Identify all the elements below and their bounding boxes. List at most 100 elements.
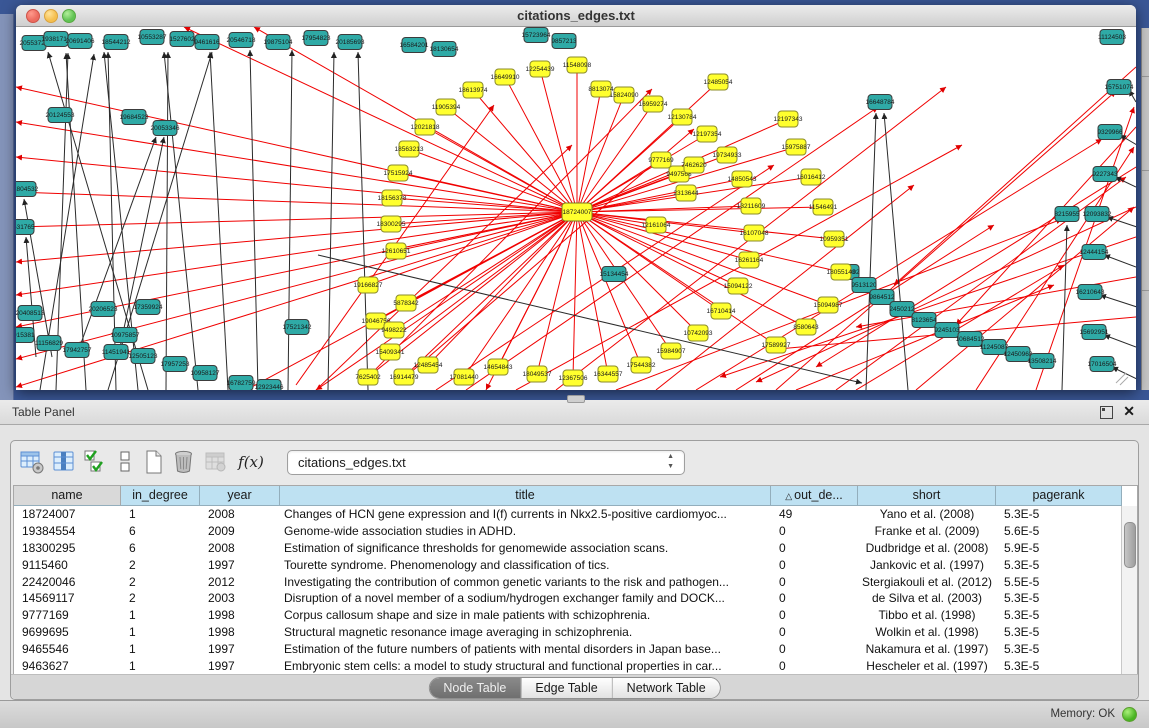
cell-title: Estimation of significance thresholds fo… (280, 540, 771, 557)
table-settings-icon[interactable] (19, 449, 45, 475)
cell-name: 9463627 (14, 658, 121, 675)
cell-year: 2003 (200, 590, 280, 607)
graph-edge (1062, 225, 1067, 390)
table-row[interactable]: 1872400712008Changes of HCN gene express… (14, 506, 1122, 523)
cell-in_degree: 2 (121, 557, 200, 574)
graph-node-label: 15134454 (600, 271, 629, 278)
graph-node-label: 10958127 (191, 370, 220, 377)
tab-network-table[interactable]: Network Table (613, 678, 720, 698)
network-canvas[interactable]: 2055372419381715206914061854421210553287… (16, 27, 1136, 390)
cell-title: Genome-wide association studies in ADHD. (280, 523, 771, 540)
graph-edge (956, 127, 1136, 325)
graph-node-label: 10742093 (684, 330, 713, 337)
graph-node-label: 10959351 (820, 236, 849, 243)
graph-node-label: 19166827 (354, 282, 383, 289)
window-titlebar[interactable]: citations_edges.txt (16, 5, 1136, 27)
graph-node-label: 9227343 (1092, 171, 1118, 178)
tab-edge-table[interactable]: Edge Table (521, 678, 612, 698)
graph-node-label: 11451941 (102, 349, 131, 356)
scrollbar-thumb[interactable] (1124, 522, 1136, 568)
graph-node-label: 12130784 (668, 114, 697, 121)
graph-edge (1104, 255, 1136, 267)
cell-short: Tibbo et al. (1998) (858, 607, 996, 624)
graph-node-label: 8123654 (911, 317, 937, 324)
graph-node-label: 20053346 (151, 125, 180, 132)
graph-node-label: 11245087 (980, 344, 1009, 351)
column-header-year[interactable]: year (200, 486, 280, 506)
graph-node-label: 12367506 (559, 375, 588, 382)
cell-in_degree: 2 (121, 590, 200, 607)
table-row[interactable]: 977716911998Corpus callosum shape and si… (14, 607, 1122, 624)
unselect-all-icon[interactable] (113, 449, 139, 475)
cell-pagerank: 5.3E-5 (996, 607, 1122, 624)
background-panel-sliver (1141, 28, 1149, 390)
graph-node-label: 18055143 (827, 269, 856, 276)
new-document-icon[interactable] (141, 449, 167, 475)
graph-edge (394, 212, 577, 330)
close-panel-icon[interactable]: ✕ (1123, 403, 1135, 420)
cell-short: Wolkin et al. (1998) (858, 624, 996, 641)
column-header-title[interactable]: title (280, 486, 771, 506)
cell-name: 9115460 (14, 557, 121, 574)
table-panel-header: Table Panel ✕ (0, 400, 1149, 425)
background-window-edge (0, 14, 14, 400)
column-header-in_degree[interactable]: in_degree (121, 486, 200, 506)
cell-out_de: 0 (771, 641, 858, 658)
show-columns-icon[interactable] (51, 449, 77, 475)
column-header-pagerank[interactable]: pagerank (996, 486, 1122, 506)
graph-edge (1112, 367, 1136, 379)
cell-out_de: 0 (771, 540, 858, 557)
graph-node-label: 2313644 (673, 190, 699, 197)
memory-ok-indicator-icon (1122, 707, 1137, 722)
cell-short: de Silva et al. (2003) (858, 590, 996, 607)
table-row[interactable]: 1830029562008Estimation of significance … (14, 540, 1122, 557)
citation-network-graph[interactable]: 2055372419381715206914061854421210553287… (16, 27, 1136, 390)
graph-node-label: 15409341 (376, 349, 405, 356)
table-row[interactable]: 2242004622012Investigating the contribut… (14, 574, 1122, 591)
vertical-scrollbar[interactable] (1121, 506, 1137, 674)
graph-node-label: 8813074 (588, 86, 614, 93)
graph-node-label: 12021818 (411, 124, 440, 131)
graph-node-label: 9513120 (851, 282, 877, 289)
graph-node-label: 17359924 (134, 304, 163, 311)
tab-node-table[interactable]: Node Table (429, 678, 521, 698)
app-root: citations_edges.txt 20553724193817152069… (0, 0, 1149, 727)
graph-node-label: 16107048 (740, 230, 769, 237)
graph-node-label: 17544382 (627, 362, 656, 369)
table-row[interactable]: 1938455462009Genome-wide association stu… (14, 523, 1122, 540)
graph-node-label: 9498222 (381, 327, 407, 334)
graph-edge (16, 87, 577, 212)
graph-node-label: 17081440 (450, 374, 479, 381)
graph-edge (16, 212, 577, 359)
select-all-icon[interactable] (83, 449, 109, 475)
table-row[interactable]: 969969511998Structural magnetic resonanc… (14, 624, 1122, 641)
graph-node-label: 18130654 (430, 46, 459, 53)
column-header-out_de[interactable]: △out_de... (771, 486, 858, 506)
function-builder-icon[interactable]: f(x) (235, 449, 267, 475)
delete-trash-icon[interactable] (171, 449, 197, 475)
status-bar: Memory: OK (0, 700, 1149, 728)
table-row[interactable]: 911546021997Tourette syndrome. Phenomeno… (14, 557, 1122, 574)
graph-node-label: 17016504 (1088, 361, 1117, 368)
resize-grip-icon[interactable] (1116, 373, 1128, 385)
graph-node-label: 20546718 (227, 37, 256, 44)
graph-node-label: 9531765 (16, 224, 35, 231)
column-header-name[interactable]: name (14, 486, 121, 506)
table-row[interactable]: 946554611997Estimation of the future num… (14, 641, 1122, 658)
graph-edge (16, 122, 577, 212)
cell-pagerank: 5.3E-5 (996, 590, 1122, 607)
table-selector-dropdown[interactable]: citations_edges.txt ▲▼ (287, 450, 685, 475)
cell-out_de: 49 (771, 506, 858, 523)
table-row[interactable]: 946362711997Embryonic stem cells: a mode… (14, 658, 1122, 675)
graph-node-label: 9857213 (551, 38, 577, 45)
splitter-handle[interactable] (567, 395, 585, 403)
table-row[interactable]: 1456911722003Disruption of a novel membe… (14, 590, 1122, 607)
dropdown-stepper-icon: ▲▼ (667, 452, 674, 472)
float-panel-icon[interactable] (1100, 406, 1113, 419)
graph-edge (404, 212, 577, 377)
column-header-short[interactable]: short (858, 486, 996, 506)
graph-edge (884, 113, 908, 390)
cell-name: 22420046 (14, 574, 121, 591)
cell-year: 1998 (200, 624, 280, 641)
graph-node-label: 14850543 (728, 176, 757, 183)
